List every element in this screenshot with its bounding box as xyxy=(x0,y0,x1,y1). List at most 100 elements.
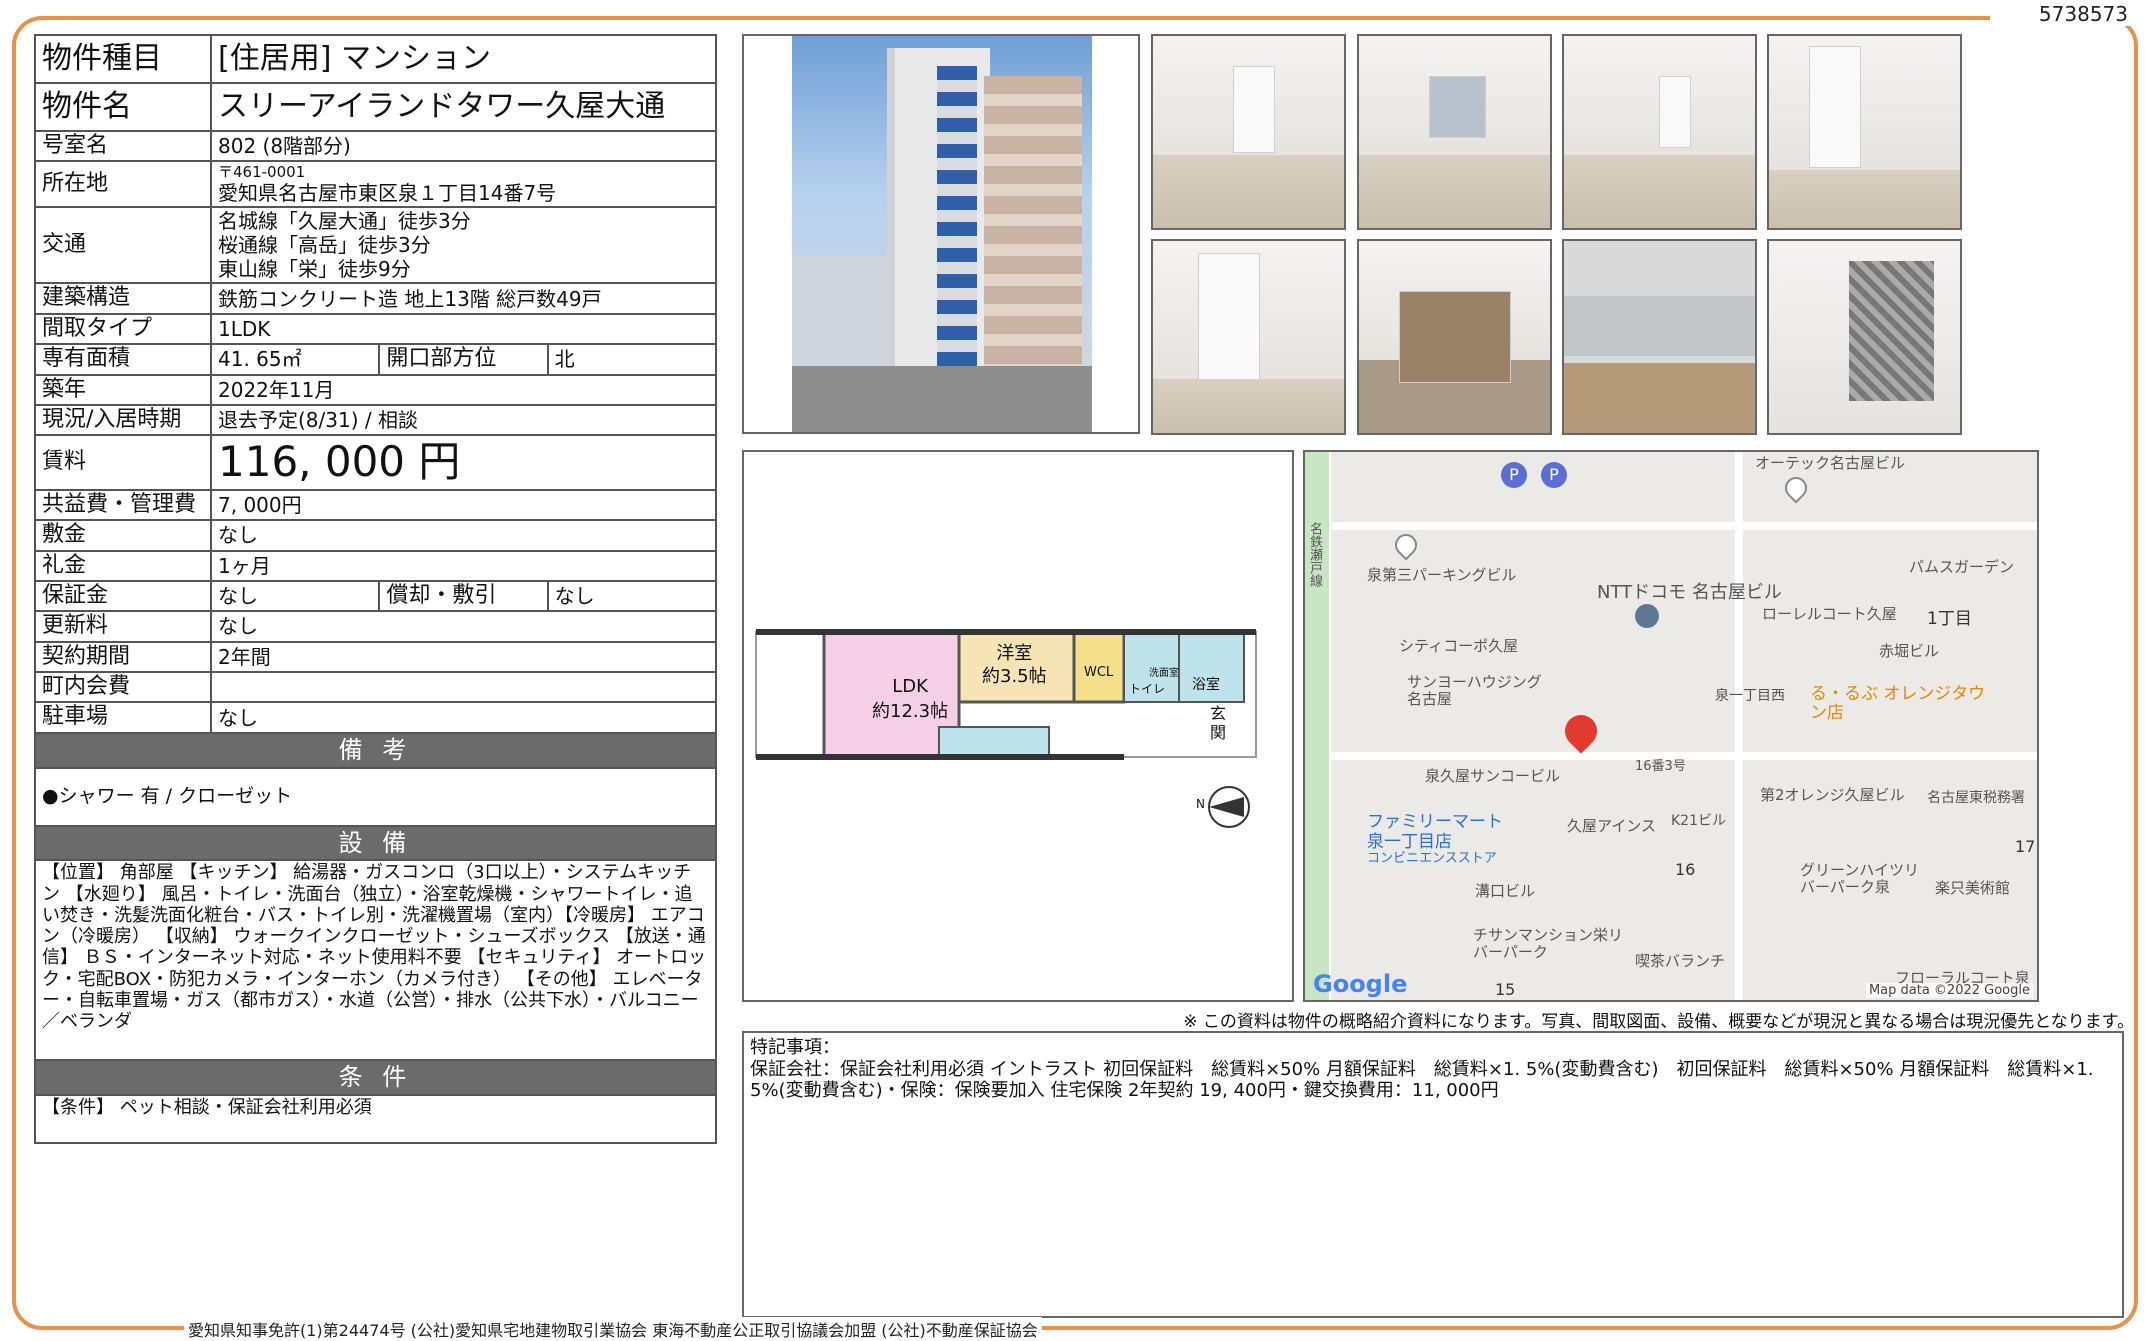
floor-plan: LDK 約12.3帖 洋室 約3.5帖 WCL トイレ 洗面室 浴室 玄 関 N xyxy=(742,450,1294,1002)
map-label-12: 16番3号 xyxy=(1635,759,1686,774)
label-rent: 賃料 xyxy=(34,434,212,491)
plan-youshitsu-size: 約3.5帖 xyxy=(982,666,1047,688)
label-amortization: 償却・敷引 xyxy=(378,579,549,613)
value-structure: 鉄筋コンクリート造 地上13階 総戸数49戸 xyxy=(210,282,717,315)
interior-photo-8 xyxy=(1767,239,1962,435)
map-label-25: チサンマンション栄リバーパーク xyxy=(1473,926,1624,961)
map-label-8: サンヨーハウジング名古屋 xyxy=(1407,673,1542,708)
map-label-26: 喫茶バランチ xyxy=(1635,952,1726,970)
value-parking: なし xyxy=(210,701,717,734)
value-status: 退去予定(8/31) / 相談 xyxy=(210,403,717,437)
map-label-22: 溝口ビル xyxy=(1475,882,1536,900)
interior-photo-6 xyxy=(1357,239,1552,435)
label-deposit: 敷金 xyxy=(34,519,212,552)
map-label-19: 名古屋東税務署 xyxy=(1927,790,2025,806)
value-community-fee xyxy=(210,671,717,704)
map-label-1: 泉第三パーキングビル xyxy=(1367,566,1517,584)
value-keymoney: 1ヶ月 xyxy=(210,549,717,582)
value-guarantee: なし xyxy=(209,579,381,613)
transport-line-2: 桜通線「高岳」徒歩3分 xyxy=(218,233,431,258)
map-label-23: グリーンハイツリバーパーク泉 xyxy=(1800,861,1919,896)
map-label-0: オーテック名古屋ビル xyxy=(1755,454,1906,472)
label-name: 物件名 xyxy=(34,82,212,132)
value-built: 2022年11月 xyxy=(210,373,717,406)
label-parking: 駐車場 xyxy=(34,701,212,734)
value-area: 41. 65㎡ xyxy=(209,343,381,376)
value-name: スリーアイランドタワー久屋大通 xyxy=(210,82,717,132)
location-map[interactable]: オーテック名古屋ビル 泉第三パーキングビル NTTドコモ 名古屋ビル パムスガー… xyxy=(1303,450,2039,1002)
value-fee: 7, 000円 xyxy=(210,488,717,522)
label-address: 所在地 xyxy=(34,160,212,209)
map-label-10: る・るぶ オレンジタウン店 xyxy=(1810,684,1986,723)
label-type: 物件種目 xyxy=(34,34,212,84)
label-room: 号室名 xyxy=(34,129,212,163)
exterior-photo xyxy=(742,34,1140,434)
section-bikou: 備 考 xyxy=(34,731,717,769)
map-label-21: 17 xyxy=(2015,837,2036,856)
transport-line-3: 東山線「栄」徒歩9分 xyxy=(218,257,411,282)
footer-license: 愛知県知事免許(1)第24474号 (公社)愛知県宅地建物取引業協会 東海不動産… xyxy=(184,1317,1042,1341)
label-structure: 建築構造 xyxy=(34,282,212,315)
map-label-15: コンビニエンスストア xyxy=(1367,851,1497,866)
value-type: [住居用] マンション xyxy=(210,34,717,84)
value-orientation: 北 xyxy=(546,343,718,376)
value-rent: 116, 000 円 xyxy=(210,434,717,491)
label-status: 現況/入居時期 xyxy=(34,403,212,437)
interior-photo-2 xyxy=(1357,34,1552,230)
label-keymoney: 礼金 xyxy=(34,549,212,582)
interior-photo-1 xyxy=(1151,34,1346,230)
value-contract: 2年間 xyxy=(210,640,717,674)
label-community-fee: 町内会費 xyxy=(34,671,212,704)
parking-icon: P xyxy=(1501,462,1527,488)
interior-photo-4 xyxy=(1767,34,1962,230)
interior-photo-7 xyxy=(1562,239,1757,435)
map-label-5: 1丁目 xyxy=(1927,609,1972,629)
value-deposit: なし xyxy=(210,519,717,552)
map-label-7: シティコーポ久屋 xyxy=(1399,637,1519,655)
label-renewal: 更新料 xyxy=(34,610,212,643)
remarks-box: 特記事項： 保証会社：保証会社利用必須 イントラスト 初回保証料 総賃料×50%… xyxy=(742,1031,2124,1318)
value-room: 802 (8階部分) xyxy=(210,129,717,163)
jouken-text: 【条件】 ペット相談・保証会社利用必須 xyxy=(34,1094,717,1145)
disclaimer-notice: ※ この資料は物件の概略紹介資料になります。写真、間取図面、設備、概要などが現況… xyxy=(1183,1012,2134,1032)
map-label-6: 赤堀ビル xyxy=(1879,642,1940,660)
label-built: 築年 xyxy=(34,373,212,406)
map-label-2: NTTドコモ 名古屋ビル xyxy=(1597,582,1782,603)
plan-genkan-2: 関 xyxy=(1210,723,1227,743)
section-jouken: 条 件 xyxy=(34,1059,717,1097)
plan-ldk-size: 約12.3帖 xyxy=(872,701,949,723)
google-logo: Google xyxy=(1313,970,1408,998)
plan-genkan-1: 玄 xyxy=(1210,704,1227,723)
label-transport: 交通 xyxy=(34,206,212,285)
plan-youshitsu: 洋室 xyxy=(996,643,1033,664)
section-setsubi: 設 備 xyxy=(34,824,717,862)
map-label-9: 泉一丁目西 xyxy=(1715,688,1785,704)
transport-line-1: 名城線「久屋大通」徒歩3分 xyxy=(218,209,471,234)
map-label-3: パムスガーデン xyxy=(1909,558,2015,576)
label-layout: 間取タイプ xyxy=(34,312,212,346)
map-label-24: 楽只美術館 xyxy=(1935,879,2011,897)
map-label-17: K21ビル xyxy=(1671,813,1726,829)
map-label-16: 久屋アインス xyxy=(1567,817,1656,835)
property-table: 物件種目 [住居用] マンション 物件名 スリーアイランドタワー久屋大通 号室名 80… xyxy=(34,34,718,1145)
plan-ldk: LDK xyxy=(892,676,928,697)
plan-wcl: WCL xyxy=(1084,665,1114,680)
parking-icon: P xyxy=(1541,462,1567,488)
value-postal: 〒461-0001 xyxy=(218,163,306,182)
plan-north: N xyxy=(1196,797,1205,811)
remarks-title: 特記事項： xyxy=(750,1037,840,1058)
remarks-text: 保証会社：保証会社利用必須 イントラスト 初回保証料 総賃料×50% 月額保証料… xyxy=(750,1058,2094,1102)
interior-photo-5 xyxy=(1151,239,1346,435)
value-amortization: なし xyxy=(546,579,718,613)
label-guarantee: 保証金 xyxy=(34,579,212,613)
map-label-4: ローレルコート久屋 xyxy=(1762,605,1897,623)
interior-photo-3 xyxy=(1562,34,1757,230)
document-id: 5738573 xyxy=(2038,2,2128,26)
plan-senmen: 洗面室 xyxy=(1149,668,1179,679)
map-attribution: Map data ©2022 Google xyxy=(1865,983,2033,998)
value-address: 愛知県名古屋市東区泉１丁目14番7号 xyxy=(218,181,557,206)
setsubi-text: 【位置】 角部屋 【キッチン】 給湯器・ガスコンロ（3口以上）・システムキッチン… xyxy=(34,859,717,1062)
value-renewal: なし xyxy=(210,610,717,643)
label-orientation: 開口部方位 xyxy=(378,343,549,376)
map-label-29: 名鉄瀬戸線 xyxy=(1307,522,1322,587)
